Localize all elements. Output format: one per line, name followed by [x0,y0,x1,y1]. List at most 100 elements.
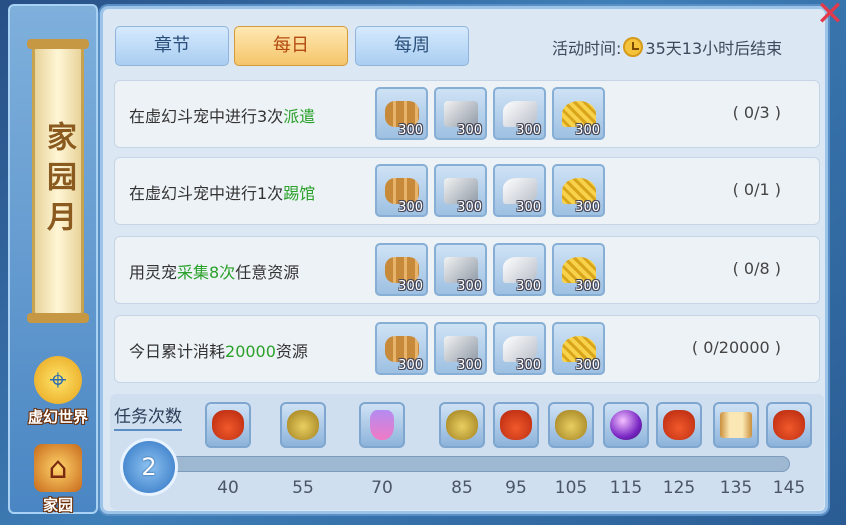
reward-stone[interactable]: 300 [493,243,546,296]
task-row: 在虚幻斗宠中进行1次踢馆 300 300 300 300 ( 0/1 ) [114,157,820,225]
reward-count: 300 [575,358,600,373]
reward-count: 300 [398,358,423,373]
milestone-value: 105 [554,478,588,498]
gift-bag-gold-icon [287,410,319,440]
milestone-chest [357,402,407,448]
milestone-chest [711,402,761,448]
task-progress: ( 0/3 ) [732,103,781,122]
milestone-reward-button[interactable] [656,402,702,448]
milestone-reward-button[interactable] [280,402,326,448]
task-count-badge: 2 [120,438,178,496]
task-text-prefix: 今日累计消耗 [129,342,226,361]
tab-weekly[interactable]: 每周 [355,26,469,66]
task-count-label: 任务次数 [114,402,182,431]
clock-icon [623,37,644,57]
tab-chapter[interactable]: 章节 [115,26,229,66]
reward-wood[interactable]: 300 [375,164,428,217]
activity-time: 活动时间: 35天13小时后结束 [552,36,782,58]
reward-stone[interactable]: 300 [493,87,546,140]
reward-grain[interactable]: 300 [552,87,605,140]
milestone-reward-button[interactable] [493,402,539,448]
reward-iron[interactable]: 300 [434,322,487,375]
task-rewards: 300 300 300 300 [375,322,605,375]
milestone-chest [278,402,328,448]
reward-stone[interactable]: 300 [493,164,546,217]
milestone-value: 145 [772,478,806,498]
milestone-chest [764,402,814,448]
nav-home-button[interactable]: ⌂ 家园 [20,444,96,520]
milestone-chest [203,402,253,448]
reward-count: 300 [516,123,541,138]
close-button[interactable]: ✕ [814,0,846,31]
reward-iron[interactable]: 300 [434,164,487,217]
task-description: 在虚幻斗宠中进行1次踢馆 [129,180,315,204]
milestone-value: 115 [609,478,643,498]
milestone-chest [546,402,596,448]
milestone-value: 135 [719,478,753,498]
gift-bag-red-icon [773,410,805,440]
reward-count: 300 [398,279,423,294]
task-text-highlight: 踢馆 [283,184,316,203]
tab-daily[interactable]: 每日 [234,26,348,66]
milestone-chest [654,402,704,448]
reward-iron[interactable]: 300 [434,87,487,140]
reward-count: 300 [516,279,541,294]
task-row: 用灵宠采集8次任意资源 300 300 300 300 ( 0/8 ) [114,236,820,304]
reward-count: 300 [457,358,482,373]
milestone-reward-button[interactable] [439,402,485,448]
milestone-value: 55 [292,478,314,498]
reward-grain[interactable]: 300 [552,164,605,217]
reward-count: 300 [575,123,600,138]
nav-virtual-world-button[interactable]: ⌖ 虚幻世界 [20,356,96,436]
progress-track [170,456,790,472]
task-text-prefix: 在虚幻斗宠中进行3次 [129,107,284,126]
task-text-suffix: 资源 [275,342,308,361]
side-banner: 家园月 ⌖ 虚幻世界 ⌂ 家园 [8,4,98,514]
reward-wood[interactable]: 300 [375,322,428,375]
task-text-highlight: 采集8次 [177,263,236,282]
task-row: 在虚幻斗宠中进行3次派遣 300 300 300 300 ( 0/3 ) [114,80,820,148]
milestone-reward-button[interactable] [766,402,812,448]
reward-iron[interactable]: 300 [434,243,487,296]
task-row: 今日累计消耗20000资源 300 300 300 300 ( 0/20000 ) [114,315,820,383]
task-text-suffix: 任意资源 [235,263,300,282]
milestone-reward-button[interactable] [713,402,759,448]
task-text-highlight: 20000 [225,342,276,361]
milestone-reward-button[interactable] [205,402,251,448]
reward-grain[interactable]: 300 [552,243,605,296]
task-rewards: 300 300 300 300 [375,243,605,296]
task-progress: ( 0/1 ) [732,180,781,199]
reward-count: 300 [575,200,600,215]
globe-pin-icon: ⌖ [34,356,82,404]
reward-count: 300 [575,279,600,294]
milestone-reward-button[interactable] [359,402,405,448]
milestone-value: 95 [505,478,527,498]
reward-count: 300 [516,200,541,215]
reward-wood[interactable]: 300 [375,87,428,140]
house-icon: ⌂ [34,444,82,492]
gift-bag-red-icon [212,410,244,440]
nav-virtual-world-label: 虚幻世界 [27,408,88,426]
milestone-reward-button[interactable] [548,402,594,448]
task-text-highlight: 派遣 [283,107,316,126]
reward-grain[interactable]: 300 [552,322,605,375]
reward-count: 300 [457,279,482,294]
reward-stone[interactable]: 300 [493,322,546,375]
nav-home-label: 家园 [42,496,73,514]
task-progress: ( 0/20000 ) [691,338,781,357]
reward-wood[interactable]: 300 [375,243,428,296]
activity-time-remaining: 35天13小时后结束 [645,39,783,58]
reward-count: 300 [457,200,482,215]
gift-scroll-icon [720,412,752,438]
milestone-value: 40 [217,478,239,498]
gift-bag-red-icon [500,410,532,440]
task-text-prefix: 在虚幻斗宠中进行1次 [129,184,284,203]
reward-count: 300 [457,123,482,138]
milestone-value: 85 [451,478,473,498]
milestone-value: 125 [662,478,696,498]
task-rewards: 300 300 300 300 [375,164,605,217]
gift-bag-red-icon [663,410,695,440]
gift-bag-gold-icon [555,410,587,440]
milestone-chest [491,402,541,448]
milestone-reward-button[interactable] [603,402,649,448]
